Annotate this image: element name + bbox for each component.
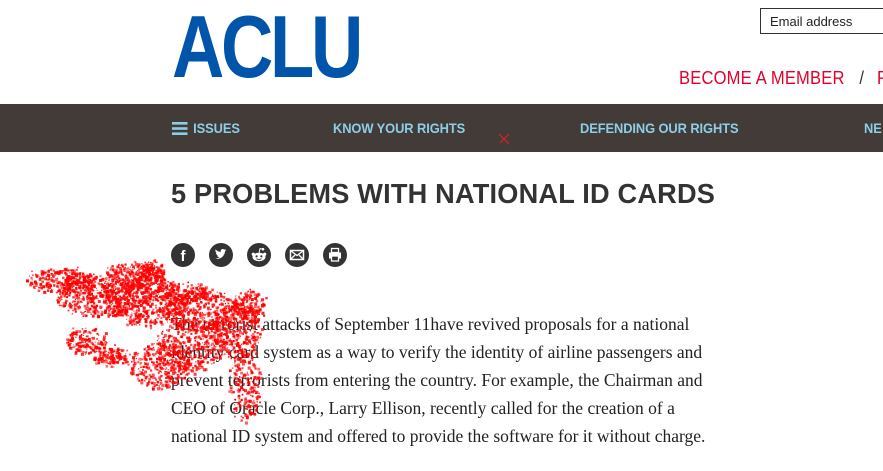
print-share-button[interactable]	[323, 243, 347, 267]
nav-defending-our-rights[interactable]: DEFENDING OUR RIGHTS	[580, 120, 739, 136]
become-member-link[interactable]: BECOME A MEMBER	[679, 68, 845, 88]
article-body: The terrorist attacks of September 11hav…	[171, 310, 851, 450]
article-line: prevent terrorists from entering the cou…	[171, 370, 703, 390]
facebook-share-button[interactable]: f	[171, 243, 195, 267]
twitter-icon	[215, 248, 227, 259]
article-line: The terrorist attacks of September 11hav…	[171, 314, 690, 334]
next-top-link[interactable]: R	[877, 68, 883, 88]
article-line: national ID system and offered to provid…	[171, 426, 706, 446]
nav-next-item[interactable]: NE	[864, 120, 882, 136]
article-line: CEO of Oracle Corp., Larry Ellison, rece…	[171, 398, 675, 418]
email-field[interactable]	[760, 8, 883, 34]
facebook-icon: f	[181, 248, 187, 265]
article-line: identity card system as a way to verify …	[171, 342, 703, 362]
link-separator: /	[859, 68, 865, 88]
nav-issues-label: ISSUES	[193, 120, 240, 136]
nav-next-item-label: NE	[864, 120, 882, 136]
aclu-logo[interactable]: ACLU	[172, 12, 362, 80]
logo-text: ACLU	[172, 12, 360, 80]
nav-know-your-rights[interactable]: KNOW YOUR RIGHTS	[333, 120, 465, 136]
reddit-share-button[interactable]	[247, 243, 271, 267]
hamburger-icon	[172, 122, 188, 135]
print-icon	[329, 247, 341, 262]
red-x-mark	[498, 133, 510, 145]
nav-issues[interactable]: ISSUES	[172, 120, 240, 136]
main-nav: ISSUES KNOW YOUR RIGHTS DEFENDING OUR RI…	[0, 104, 883, 152]
svg-text:f: f	[181, 248, 187, 265]
reddit-icon	[251, 247, 267, 262]
page-title: 5 PROBLEMS WITH NATIONAL ID CARDS	[171, 178, 716, 209]
nav-defending-our-rights-label: DEFENDING OUR RIGHTS	[580, 120, 739, 136]
nav-know-your-rights-label: KNOW YOUR RIGHTS	[333, 120, 466, 136]
twitter-share-button[interactable]	[209, 243, 233, 267]
top-links: BECOME A MEMBER / R	[679, 68, 883, 89]
email-share-button[interactable]	[285, 243, 309, 267]
email-icon	[289, 249, 305, 261]
